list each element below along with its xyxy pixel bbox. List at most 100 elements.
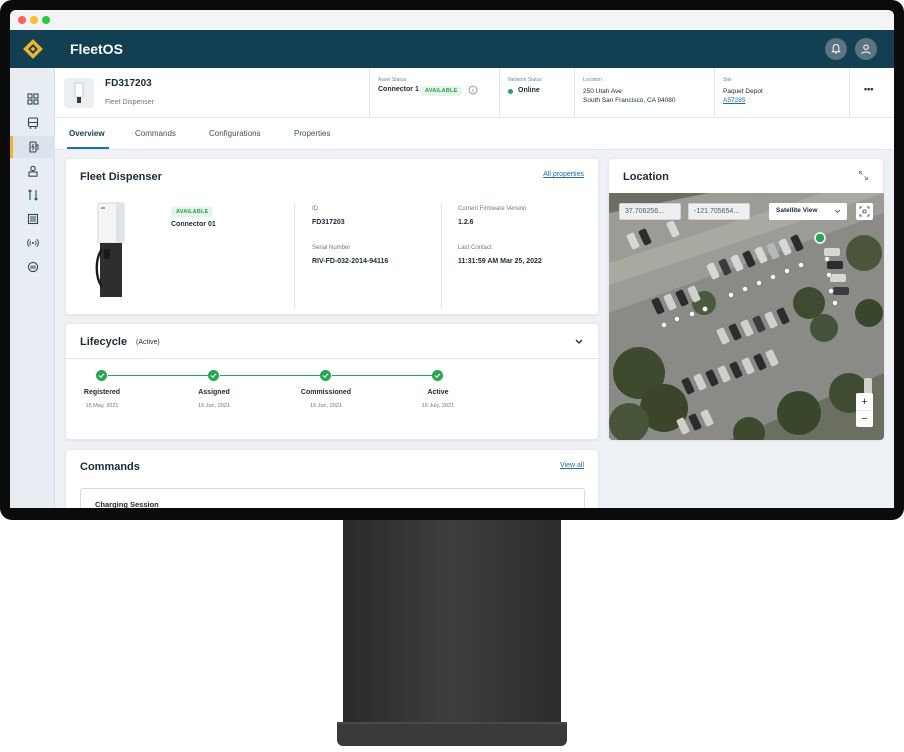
tab-commands[interactable]: Commands	[135, 129, 176, 138]
commands-card: Commands View all Charging Session	[65, 449, 599, 508]
asset-id: FD317203	[105, 78, 152, 89]
sidebar-item-drivers[interactable]	[10, 160, 55, 182]
dispenser-icon	[74, 82, 84, 103]
app-name: FleetOS	[70, 41, 123, 57]
map-view-select[interactable]: Satellite View	[769, 203, 847, 220]
list-icon	[27, 213, 38, 225]
sidebar-item-chargers[interactable]	[10, 136, 55, 158]
step-check-active	[432, 370, 443, 381]
serial-number-value: RIV-FD-032-2014-94116	[312, 258, 389, 265]
zoom-in-button[interactable]: +	[856, 393, 873, 410]
location-cell: Location 250 Utah Ave South San Francisc…	[574, 68, 714, 118]
info-icon[interactable]	[468, 85, 478, 95]
address-line-2: South San Francisco, CA 94080	[583, 97, 676, 104]
sidebar-item-dashboard[interactable]	[10, 88, 55, 110]
lifecycle-card: Lifecycle (Active) Registered 16 May, 20…	[65, 323, 600, 440]
tab-overview[interactable]: Overview	[69, 129, 105, 138]
site-code-link[interactable]: A57285	[723, 97, 745, 104]
satellite-imagery	[609, 193, 884, 440]
view-all-commands-link[interactable]: View all	[560, 462, 584, 469]
check-icon	[434, 373, 441, 379]
asset-type: Fleet Dispenser	[105, 99, 155, 106]
bell-icon	[831, 43, 841, 54]
step-check-commissioned	[320, 370, 331, 381]
step-name: Commissioned	[300, 389, 352, 396]
sidebar-item-maintenance[interactable]	[10, 184, 55, 206]
close-window-button[interactable]	[18, 16, 26, 24]
sidebar-item-reports[interactable]	[10, 208, 55, 230]
network-status-value: Online	[518, 87, 540, 94]
location-title: Location	[623, 171, 669, 183]
asset-tabs: Overview Commands Configurations Propert…	[55, 118, 894, 150]
step-date: 16 July, 2021	[421, 403, 455, 409]
monitor-display: FleetOS FD317203 Fleet Dispenser Asset S…	[0, 0, 904, 752]
app-header: FleetOS	[10, 30, 894, 68]
id-value: FD317203	[312, 219, 345, 226]
window-chrome	[10, 10, 894, 30]
check-icon	[98, 373, 105, 379]
person-icon	[27, 165, 38, 177]
more-actions-cell: •••	[849, 68, 894, 118]
asset-connector: Connector 1	[378, 86, 419, 93]
asset-status-label: Asset Status	[378, 77, 407, 83]
connector-status-badge: AVAILABLE	[171, 207, 214, 217]
locate-button[interactable]	[856, 203, 873, 220]
asset-status-cell: Asset Status Connector 1 AVAILABLE	[369, 68, 499, 118]
charger-icon	[29, 141, 39, 153]
check-icon	[210, 373, 217, 379]
id-label: ID	[312, 206, 318, 212]
network-status-label: Network Status	[508, 77, 542, 83]
asset-header: FD317203 Fleet Dispenser Asset Status Co…	[55, 68, 894, 118]
all-properties-link[interactable]: All properties	[543, 171, 584, 178]
last-contact-value: 11:31:59 AM Mar 25, 2022	[458, 258, 542, 265]
monitor-stand-neck	[343, 516, 561, 728]
latitude-field[interactable]: 37.706256...	[619, 203, 681, 220]
sidebar-item-network[interactable]	[10, 232, 55, 254]
minimize-window-button[interactable]	[30, 16, 38, 24]
divider	[294, 203, 295, 309]
lifecycle-title: Lifecycle	[80, 336, 128, 348]
logo-icon[interactable]	[22, 38, 44, 60]
sidebar-nav	[10, 68, 55, 508]
bus-icon	[27, 117, 38, 129]
command-list-item[interactable]: Charging Session	[80, 488, 585, 508]
tools-icon	[27, 189, 38, 201]
site-name: Paquet Depot	[723, 88, 763, 95]
maximize-window-button[interactable]	[42, 16, 50, 24]
sidebar-item-support[interactable]	[10, 256, 55, 278]
divider	[441, 203, 442, 309]
chevron-down-icon	[834, 209, 841, 214]
location-label: Location	[583, 77, 602, 83]
tab-configurations[interactable]: Configurations	[209, 129, 261, 138]
sidebar-item-vehicles[interactable]	[10, 112, 55, 134]
expand-icon[interactable]	[858, 170, 869, 181]
address-line-1: 250 Utah Ave	[583, 88, 622, 95]
support-icon	[27, 261, 38, 273]
last-contact-label: Last Contact	[458, 245, 492, 251]
check-icon	[322, 373, 329, 379]
active-tab-indicator	[67, 147, 109, 149]
location-card: Location 37.706256... -121.705654... Sat…	[608, 158, 884, 440]
selected-charger-marker[interactable]	[814, 232, 826, 244]
step-check-assigned	[208, 370, 219, 381]
zoom-out-button[interactable]: −	[856, 410, 873, 427]
notifications-button[interactable]	[825, 38, 847, 60]
more-actions-button[interactable]: •••	[864, 84, 873, 94]
tab-properties[interactable]: Properties	[294, 129, 330, 138]
step-name: Registered	[83, 389, 121, 396]
chevron-down-icon[interactable]	[574, 338, 584, 346]
main-content: FD317203 Fleet Dispenser Asset Status Co…	[55, 68, 894, 508]
step-check-registered	[96, 370, 107, 381]
app-window: FleetOS FD317203 Fleet Dispenser Asset S…	[10, 10, 894, 508]
user-menu-button[interactable]	[855, 38, 877, 60]
longitude-field[interactable]: -121.705654...	[688, 203, 750, 220]
step-date: 16 Jun, 2021	[198, 403, 230, 409]
online-indicator-dot	[508, 89, 513, 94]
site-cell: Site Paquet Depot A57285	[714, 68, 849, 118]
command-item-label: Charging Session	[95, 500, 159, 508]
serial-number-label: Serial Number	[312, 245, 351, 251]
card-title: Fleet Dispenser	[80, 171, 162, 183]
firmware-value: 1.2.6	[458, 219, 474, 226]
monitor-stand-foot	[337, 724, 567, 746]
satellite-map[interactable]: 37.706256... -121.705654... Satellite Vi…	[609, 193, 884, 440]
